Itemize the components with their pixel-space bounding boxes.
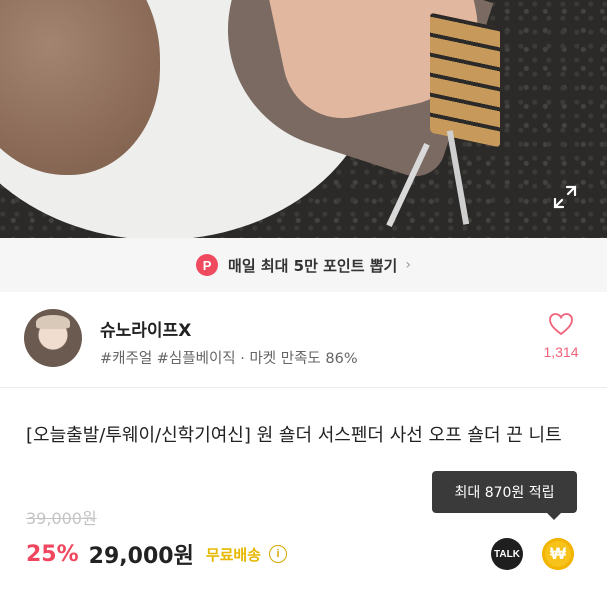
discount-rate: 25% — [26, 541, 79, 567]
free-shipping-label: 무료배송 — [205, 545, 262, 564]
info-icon[interactable]: i — [269, 545, 288, 563]
price-row: 25% 29,000원 무료배송 i — [26, 538, 288, 570]
photo-chair — [430, 12, 500, 148]
product-image[interactable] — [0, 0, 607, 238]
point-badge-icon: P — [196, 254, 219, 276]
reward-won-button[interactable]: ₩ — [542, 538, 574, 570]
original-price: 39,000원 — [26, 509, 97, 528]
chevron-right-icon: › — [405, 257, 411, 273]
points-promo-banner[interactable]: P 매일 최대 5만 포인트 뽑기 › — [0, 238, 607, 292]
like-count: 1,314 — [543, 344, 579, 360]
kakao-talk-button[interactable]: TALK — [491, 538, 523, 570]
seller-avatar[interactable] — [24, 309, 82, 367]
promo-text: 매일 최대 5만 포인트 뽑기 — [228, 256, 398, 275]
seller-tags: #캐주얼 #심플베이직 · 마켓 만족도 86% — [100, 351, 358, 367]
section-divider — [0, 387, 607, 388]
seller-name[interactable]: 슈노라이프X — [100, 316, 191, 341]
heart-icon — [549, 313, 573, 336]
seller-section: 슈노라이프X #캐주얼 #심플베이직 · 마켓 만족도 86% 1,314 — [0, 292, 607, 387]
reward-tooltip: 최대 870원 적립 — [432, 471, 577, 520]
expand-icon[interactable] — [548, 180, 582, 214]
product-title: [오늘출발/투웨이/신학기여신] 원 숄더 서스펜더 사선 오프 숄더 끈 니트 — [26, 425, 562, 446]
like-button[interactable]: 1,314 — [536, 312, 586, 360]
sale-price: 29,000원 — [88, 544, 194, 569]
